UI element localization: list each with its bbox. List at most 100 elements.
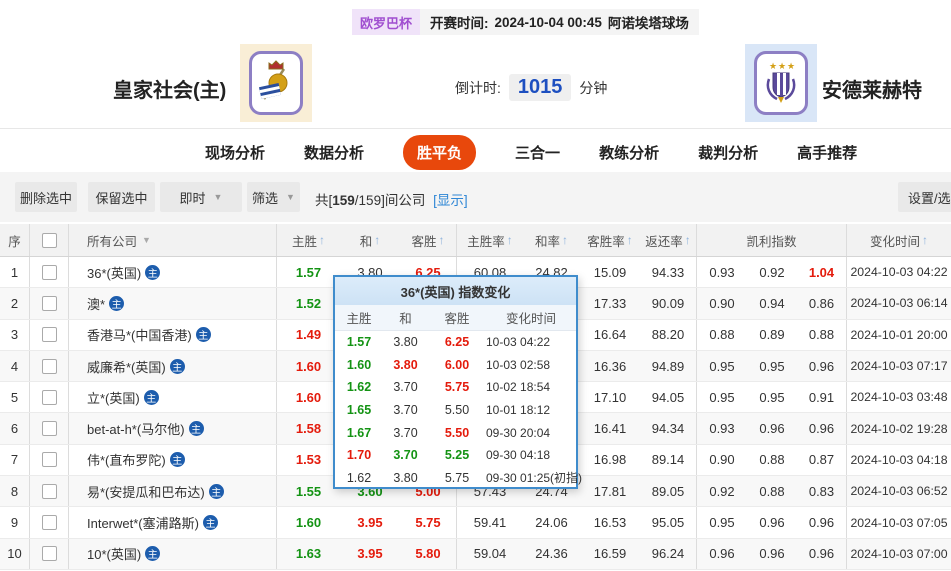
draw-odds-cell: 3.95	[340, 507, 400, 537]
settings-button[interactable]: 设置/选择	[898, 182, 951, 212]
kelly-1-cell: 0.88	[697, 320, 747, 350]
home-rate-cell: 59.04	[457, 539, 523, 569]
company-cell[interactable]: 易*(安提瓜和巴布达) 主	[69, 476, 277, 506]
company-badge-icon: 主	[145, 265, 160, 280]
kelly-1-cell: 0.93	[697, 413, 747, 443]
company-name[interactable]: Interwet*(塞浦路斯)	[87, 513, 199, 532]
tab-expert[interactable]: 高手推荐	[797, 142, 857, 163]
col-draw-odds[interactable]: 和↑	[340, 224, 400, 256]
row-checkbox-cell	[30, 382, 69, 412]
row-checkbox[interactable]	[42, 484, 57, 499]
company-cell[interactable]: 立*(英国)主	[69, 382, 277, 412]
select-all-checkbox[interactable]	[42, 233, 57, 248]
popup-home-odds: 1.65	[335, 399, 383, 422]
company-name[interactable]: 香港马*(中国香港)	[87, 325, 192, 344]
col-return-rate[interactable]: 返还率↑	[640, 224, 697, 256]
company-name[interactable]: 10*(英国)	[87, 544, 141, 563]
company-cell[interactable]: 10*(英国)主	[69, 539, 277, 569]
kelly-3-cell: 1.04	[797, 257, 847, 287]
col-home-rate[interactable]: 主胜率↑	[457, 224, 523, 256]
away-rate-cell: 15.09	[580, 257, 640, 287]
change-time-cell: 2024-10-01 20:00	[847, 320, 951, 350]
away-rate-cell: 16.64	[580, 320, 640, 350]
delete-selected-button[interactable]: 删除选中	[15, 182, 77, 212]
tab-coach[interactable]: 教练分析	[599, 142, 659, 163]
company-cell[interactable]: 香港马*(中国香港)主	[69, 320, 277, 350]
popup-home-odds: 1.70	[335, 444, 383, 467]
company-cell[interactable]: 伟*(直布罗陀)主	[69, 445, 277, 475]
popup-header: 主胜 和 客胜 变化时间	[335, 305, 576, 331]
company-cell[interactable]: 威廉希*(英国)主	[69, 351, 277, 381]
filter-icon: ▼	[142, 235, 151, 245]
row-checkbox[interactable]	[42, 296, 57, 311]
tab-data[interactable]: 数据分析	[304, 142, 364, 163]
countdown-value: 1015	[509, 74, 572, 101]
return-rate-cell: 88.20	[640, 320, 697, 350]
home-odds-cell: 1.60	[277, 351, 340, 381]
show-link[interactable]: [显示]	[433, 193, 468, 208]
company-cell[interactable]: Interwet*(塞浦路斯)主	[69, 507, 277, 537]
return-rate-cell: 94.89	[640, 351, 697, 381]
tab-referee[interactable]: 裁判分析	[698, 142, 758, 163]
company-cell[interactable]: 36*(英国) 主	[69, 257, 277, 287]
row-checkbox[interactable]	[42, 421, 57, 436]
row-checkbox[interactable]	[42, 515, 57, 530]
popup-col-draw: 和	[383, 305, 428, 330]
company-cell[interactable]: bet-at-h*(马尔他)主	[69, 413, 277, 443]
company-name[interactable]: 立*(英国)	[87, 388, 140, 407]
col-draw-rate[interactable]: 和率↑	[523, 224, 580, 256]
popup-home-odds: 1.62	[335, 376, 383, 399]
kelly-1-cell: 0.93	[697, 257, 747, 287]
kelly-2-cell: 0.88	[747, 476, 797, 506]
table-row[interactable]: 1010*(英国)主1.633.955.8059.0424.3616.5996.…	[0, 539, 951, 570]
row-checkbox[interactable]	[42, 327, 57, 342]
instant-dropdown[interactable]: 即时▼	[160, 182, 242, 212]
company-name[interactable]: 澳*	[87, 294, 105, 313]
keep-selected-button[interactable]: 保留选中	[88, 182, 155, 212]
company-cell[interactable]: 澳*主	[69, 288, 277, 318]
row-checkbox[interactable]	[42, 452, 57, 467]
kelly-2-cell: 0.96	[747, 413, 797, 443]
change-time-cell: 2024-10-03 03:48	[847, 382, 951, 412]
countdown-label: 倒计时:	[455, 78, 501, 98]
tab-three[interactable]: 三合一	[515, 142, 560, 163]
return-rate-cell: 94.33	[640, 257, 697, 287]
change-time-cell: 2024-10-02 19:28	[847, 413, 951, 443]
tab-wdl[interactable]: 胜平负	[403, 135, 476, 170]
filter-dropdown[interactable]: 筛选▼	[247, 182, 300, 212]
home-team-logo	[240, 44, 312, 122]
company-name[interactable]: 伟*(直布罗陀)	[87, 450, 166, 469]
league-badge[interactable]: 欧罗巴杯	[352, 9, 420, 35]
company-name[interactable]: bet-at-h*(马尔他)	[87, 419, 185, 438]
col-home-odds[interactable]: 主胜↑	[277, 224, 340, 256]
away-rate-cell: 16.98	[580, 445, 640, 475]
col-change-time[interactable]: 变化时间↑	[847, 224, 951, 256]
return-rate-cell: 95.05	[640, 507, 697, 537]
col-away-odds[interactable]: 客胜↑	[400, 224, 457, 256]
col-company[interactable]: 所有公司▼	[69, 224, 277, 256]
company-badge-icon: 主	[209, 484, 224, 499]
row-checkbox[interactable]	[42, 390, 57, 405]
kelly-1-cell: 0.90	[697, 445, 747, 475]
col-away-rate[interactable]: 客胜率↑	[580, 224, 640, 256]
row-checkbox[interactable]	[42, 265, 57, 280]
company-count: 共[159/159]间公司 [显示]	[315, 189, 468, 209]
return-rate-cell: 89.14	[640, 445, 697, 475]
popup-home-odds: 1.60	[335, 354, 383, 377]
row-checkbox-cell	[30, 539, 69, 569]
company-name[interactable]: 威廉希*(英国)	[87, 357, 166, 376]
kelly-1-cell: 0.96	[697, 539, 747, 569]
draw-rate-cell: 24.36	[523, 539, 580, 569]
company-name[interactable]: 易*(安提瓜和巴布达)	[87, 482, 205, 501]
company-name[interactable]: 36*(英国)	[87, 263, 141, 282]
row-checkbox[interactable]	[42, 546, 57, 561]
row-checkbox[interactable]	[42, 359, 57, 374]
popup-title: 36*(英国) 指数变化	[335, 277, 576, 305]
sort-asc-icon: ↑	[685, 233, 691, 247]
countdown-unit: 分钟	[579, 78, 607, 98]
toolbar: 删除选中 保留选中 即时▼ 筛选▼ 共[159/159]间公司 [显示] 设置/…	[0, 172, 951, 222]
table-row[interactable]: 9Interwet*(塞浦路斯)主1.603.955.7559.4124.061…	[0, 507, 951, 538]
odds-table-header: 序 所有公司▼ 主胜↑ 和↑ 客胜↑ 主胜率↑ 和率↑ 客胜率↑ 返还率↑ 凯利…	[0, 224, 951, 257]
tab-live[interactable]: 现场分析	[205, 142, 265, 163]
row-seq: 8	[0, 476, 30, 506]
